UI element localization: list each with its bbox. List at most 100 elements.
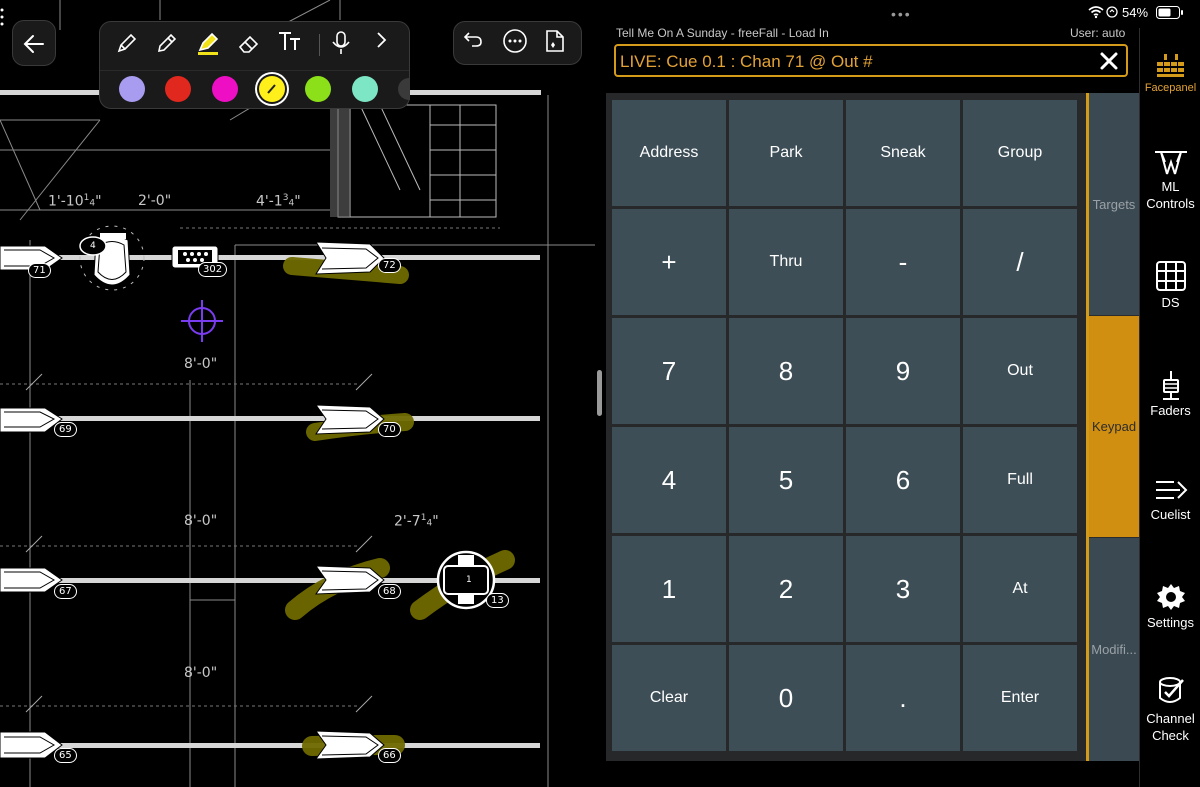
fader-icon xyxy=(1162,371,1179,400)
tab-keypad[interactable]: Keypad xyxy=(1089,316,1139,537)
direct-selects-grid-icon xyxy=(1155,261,1186,291)
sidebar-item-ds[interactable]: DS xyxy=(1140,260,1200,311)
microphone-icon xyxy=(332,31,350,54)
share-note-button[interactable] xyxy=(542,28,574,60)
key-8[interactable]: 8 xyxy=(729,318,843,424)
highlighter-mini-icon xyxy=(267,84,276,94)
sidebar-label: ML xyxy=(1161,179,1180,194)
sidebar-item-settings[interactable]: Settings xyxy=(1140,582,1200,631)
channel-tag[interactable]: 72 xyxy=(378,258,401,273)
pencil-tool-button[interactable] xyxy=(154,30,186,60)
channel-tag[interactable]: 71 xyxy=(28,263,51,278)
back-button[interactable] xyxy=(12,20,56,66)
chevron-right-icon xyxy=(377,32,387,48)
toolbar-divider xyxy=(319,34,320,56)
more-colors-button[interactable] xyxy=(398,78,410,100)
sidebar-label: Channel xyxy=(1146,711,1195,726)
key-dot[interactable]: . xyxy=(846,645,960,751)
channel-tag[interactable]: 66 xyxy=(378,748,401,763)
arrow-left-icon xyxy=(23,35,44,53)
sidebar-label: Settings xyxy=(1147,615,1194,630)
key-full[interactable]: Full xyxy=(963,427,1077,533)
channel-tag[interactable]: 70 xyxy=(378,422,401,437)
key-9[interactable]: 9 xyxy=(846,318,960,424)
sidebar-label: Facepanel xyxy=(1144,82,1197,94)
unit-number: 1 xyxy=(360,252,366,262)
key-enter[interactable]: Enter xyxy=(963,645,1077,751)
crosshair-icon xyxy=(181,300,223,342)
command-line[interactable]: LIVE: Cue 0.1 : Chan 71 @ Out # xyxy=(614,44,1128,77)
key-1[interactable]: 1 xyxy=(612,536,726,642)
color-swatch-red[interactable] xyxy=(165,76,191,102)
undo-button[interactable] xyxy=(462,28,494,60)
key-2[interactable]: 2 xyxy=(729,536,843,642)
channel-tag[interactable]: 68 xyxy=(378,584,401,599)
channel-tag[interactable]: 302 xyxy=(198,262,228,277)
channel-tag[interactable]: 67 xyxy=(54,584,77,599)
color-swatch-mint[interactable] xyxy=(352,76,378,102)
sidebar-item-faders[interactable]: Faders xyxy=(1140,370,1200,419)
color-swatch-purple[interactable] xyxy=(119,76,145,102)
key-0[interactable]: 0 xyxy=(729,645,843,751)
more-options-button[interactable] xyxy=(502,28,534,60)
show-title: Tell Me On A Sunday - freeFall - Load In xyxy=(616,26,829,40)
channel-tag[interactable]: 13 xyxy=(486,593,509,608)
plot-drawing xyxy=(0,0,595,787)
unit-number: 1 xyxy=(360,740,366,750)
sidebar-label: Cuelist xyxy=(1150,507,1191,522)
gear-icon xyxy=(1156,584,1185,610)
channel-tag[interactable]: 65 xyxy=(54,748,77,763)
sidebar-item-ml-controls[interactable]: ML Controls xyxy=(1140,148,1200,212)
command-line-text: LIVE: Cue 0.1 : Chan 71 @ Out # xyxy=(620,52,873,71)
sidebar-item-cuelist[interactable]: Cuelist xyxy=(1140,476,1200,523)
key-4[interactable]: 4 xyxy=(612,427,726,533)
key-address[interactable]: Address xyxy=(612,100,726,206)
color-swatch-magenta[interactable] xyxy=(212,76,238,102)
eraser-tool-button[interactable] xyxy=(236,30,268,60)
key-sneak[interactable]: Sneak xyxy=(846,100,960,206)
color-swatch-yellow-selected[interactable] xyxy=(259,76,285,102)
pen-icon xyxy=(117,33,137,53)
split-view-handle[interactable] xyxy=(597,370,602,416)
sidebar-item-facepanel[interactable]: Facepanel xyxy=(1140,50,1200,97)
key-7[interactable]: 7 xyxy=(612,318,726,424)
key-plus[interactable]: + xyxy=(612,209,726,315)
user-label: User: auto xyxy=(1070,26,1126,40)
dimension-label: 8'-0" xyxy=(184,665,218,681)
channel-tag[interactable]: 69 xyxy=(54,422,77,437)
key-thru[interactable]: Thru xyxy=(729,209,843,315)
channel-check-icon xyxy=(1158,677,1184,703)
key-group[interactable]: Group xyxy=(963,100,1077,206)
key-minus[interactable]: - xyxy=(846,209,960,315)
more-tools-button[interactable] xyxy=(374,30,400,60)
highlighter-icon xyxy=(198,32,219,55)
unit-number: 4 xyxy=(34,251,40,261)
sidebar-item-channel-check[interactable]: Channel Check xyxy=(1140,676,1200,744)
pen-tool-button[interactable] xyxy=(114,30,146,60)
key-6[interactable]: 6 xyxy=(846,427,960,533)
screen-lock-icon xyxy=(1106,6,1118,18)
grip-icon xyxy=(0,8,4,26)
clear-command-button[interactable] xyxy=(1098,49,1120,73)
key-out[interactable]: Out xyxy=(963,318,1077,424)
key-slash[interactable]: / xyxy=(963,209,1077,315)
unit-number: 1 xyxy=(360,414,366,424)
sidebar-label: Faders xyxy=(1150,403,1191,418)
key-3[interactable]: 3 xyxy=(846,536,960,642)
key-park[interactable]: Park xyxy=(729,100,843,206)
unit-number: 3 xyxy=(34,575,40,585)
text-tool-button[interactable] xyxy=(276,28,310,60)
highlighter-tool-button[interactable] xyxy=(194,28,226,60)
key-at[interactable]: At xyxy=(963,536,1077,642)
color-swatch-green[interactable] xyxy=(305,76,331,102)
tab-targets[interactable]: Targets xyxy=(1089,93,1139,315)
target-selector: Targets Keypad Modifi... xyxy=(1086,93,1139,761)
key-5[interactable]: 5 xyxy=(729,427,843,533)
unit-number: 1 xyxy=(466,575,472,585)
sidebar-label: Controls xyxy=(1146,196,1195,211)
dimension-label: 8'-0" xyxy=(184,356,218,372)
key-clear[interactable]: Clear xyxy=(612,645,726,751)
voice-tool-button[interactable] xyxy=(330,30,360,60)
lighting-plot-canvas[interactable]: 1'-1014" 2'-0" 4'-134" 8'-0" 8'-0" 2'-71… xyxy=(0,0,598,787)
tab-modifiers[interactable]: Modifi... xyxy=(1089,538,1139,761)
